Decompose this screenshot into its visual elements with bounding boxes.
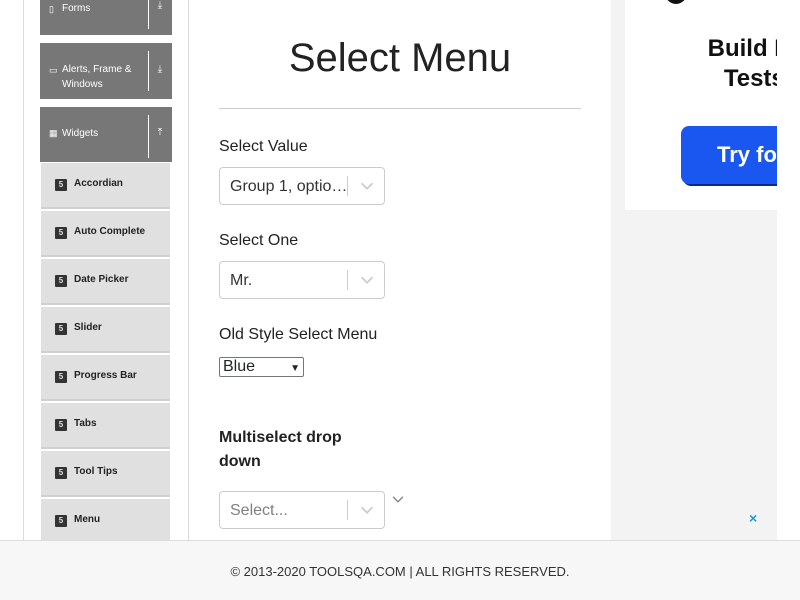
html5-icon: 5 xyxy=(55,227,67,239)
sidebar-item-tool-tips[interactable]: 5 Tool Tips xyxy=(41,451,170,497)
sidebar-item-label: Progress Bar xyxy=(74,370,137,381)
html5-icon: 5 xyxy=(55,371,67,383)
chevron-down-icon[interactable]: ⤓ xyxy=(149,0,171,11)
sidebar-group-forms[interactable]: ▯ Forms ⤓ xyxy=(40,0,172,35)
sidebar-item-slider[interactable]: 5 Slider xyxy=(41,307,170,353)
grid-icon: ▦ xyxy=(49,128,58,138)
sidebar-item-tabs[interactable]: 5 Tabs xyxy=(41,403,170,449)
form-icon: ▯ xyxy=(49,4,54,14)
sidebar-item-accordian[interactable]: 5 Accordian xyxy=(41,163,170,209)
sidebar-group-widgets[interactable]: ▦ Widgets ⤒ xyxy=(40,107,172,162)
chevron-down-icon: ▼ xyxy=(290,363,300,374)
footer: © 2013-2020 TOOLSQA.COM | ALL RIGHTS RES… xyxy=(0,540,800,600)
sidebar-item-progress-bar[interactable]: 5 Progress Bar xyxy=(41,355,170,401)
sidebar-item-label: Tool Tips xyxy=(74,466,118,477)
chevron-down-icon[interactable] xyxy=(358,270,376,290)
sidebar-group-alerts[interactable]: ▭ Alerts, Frame & Windows ⤓ xyxy=(40,43,172,99)
close-icon[interactable]: × xyxy=(749,510,757,526)
window-icon: ▭ xyxy=(49,65,58,75)
sidebar-item-label: Slider xyxy=(74,322,102,333)
html5-icon: 5 xyxy=(55,323,67,335)
sidebar-item-menu[interactable]: 5 Menu xyxy=(41,499,170,545)
select-value-label: Select Value xyxy=(219,138,308,155)
chevron-down-icon[interactable]: ⤓ xyxy=(149,64,171,75)
chevron-down-icon[interactable] xyxy=(358,176,376,196)
sidebar-item-label: Tabs xyxy=(74,418,97,429)
html5-icon: 5 xyxy=(55,275,67,287)
advertisement[interactable]: Build Playw Tests usi Try for fr xyxy=(611,0,777,540)
indicator-separator xyxy=(347,270,348,290)
multiselect-label: Multiselect drop down xyxy=(219,429,342,470)
multiselect-placeholder: Select... xyxy=(230,502,288,519)
select-one-current: Mr. xyxy=(230,272,253,289)
old-style-select-value: Blue xyxy=(223,358,256,375)
html5-icon: 5 xyxy=(55,467,67,479)
sidebar-group-label: Alerts, Frame & Windows xyxy=(62,64,132,90)
old-style-select-label: Old Style Select Menu xyxy=(219,326,378,343)
ad-logo xyxy=(665,0,687,4)
select-one-label: Select One xyxy=(219,232,299,249)
sidebar-item-label: Date Picker xyxy=(74,274,129,285)
ad-headline-line: Tests usi xyxy=(723,65,777,92)
multiselect-dropdown[interactable]: Select... xyxy=(219,491,385,529)
select-value-dropdown[interactable]: Group 1, option 1 xyxy=(219,167,385,205)
ad-headline: Build Playw Tests usi xyxy=(675,34,777,94)
sidebar-group-label: Forms xyxy=(62,3,91,14)
old-style-select[interactable]: Blue ▼ xyxy=(219,357,304,377)
copyright-text: © 2013-2020 TOOLSQA.COM | ALL RIGHTS RES… xyxy=(230,564,570,579)
sidebar-item-label: Auto Complete xyxy=(74,226,146,237)
sidebar-item-date-picker[interactable]: 5 Date Picker xyxy=(41,259,170,305)
html5-icon: 5 xyxy=(55,419,67,431)
sidebar-group-label: Widgets xyxy=(62,128,99,139)
left-sidebar: ▯ Forms ⤓ ▭ Alerts, Frame & Windows ⤓ ▦ … xyxy=(23,0,189,545)
chevron-up-icon[interactable]: ⤒ xyxy=(149,127,171,138)
select-one-dropdown[interactable]: Mr. xyxy=(219,261,385,299)
chevron-down-icon[interactable] xyxy=(391,492,405,506)
indicator-separator xyxy=(347,500,348,520)
html5-icon: 5 xyxy=(55,515,67,527)
sidebar-item-label: Accordian xyxy=(74,178,123,189)
ad-cta-button[interactable]: Try for fr xyxy=(681,126,777,184)
sidebar-item-auto-complete[interactable]: 5 Auto Complete xyxy=(41,211,170,257)
title-divider xyxy=(219,108,581,109)
html5-icon: 5 xyxy=(55,179,67,191)
ad-card: Build Playw Tests usi Try for fr xyxy=(625,0,777,210)
indicator-separator xyxy=(347,176,348,196)
sidebar-item-label: Menu xyxy=(74,514,101,525)
select-value-current: Group 1, option 1 xyxy=(230,178,348,195)
page-title: Select Menu xyxy=(288,36,512,80)
ad-headline-line: Build Playw xyxy=(707,35,777,62)
chevron-down-icon[interactable] xyxy=(358,500,376,520)
